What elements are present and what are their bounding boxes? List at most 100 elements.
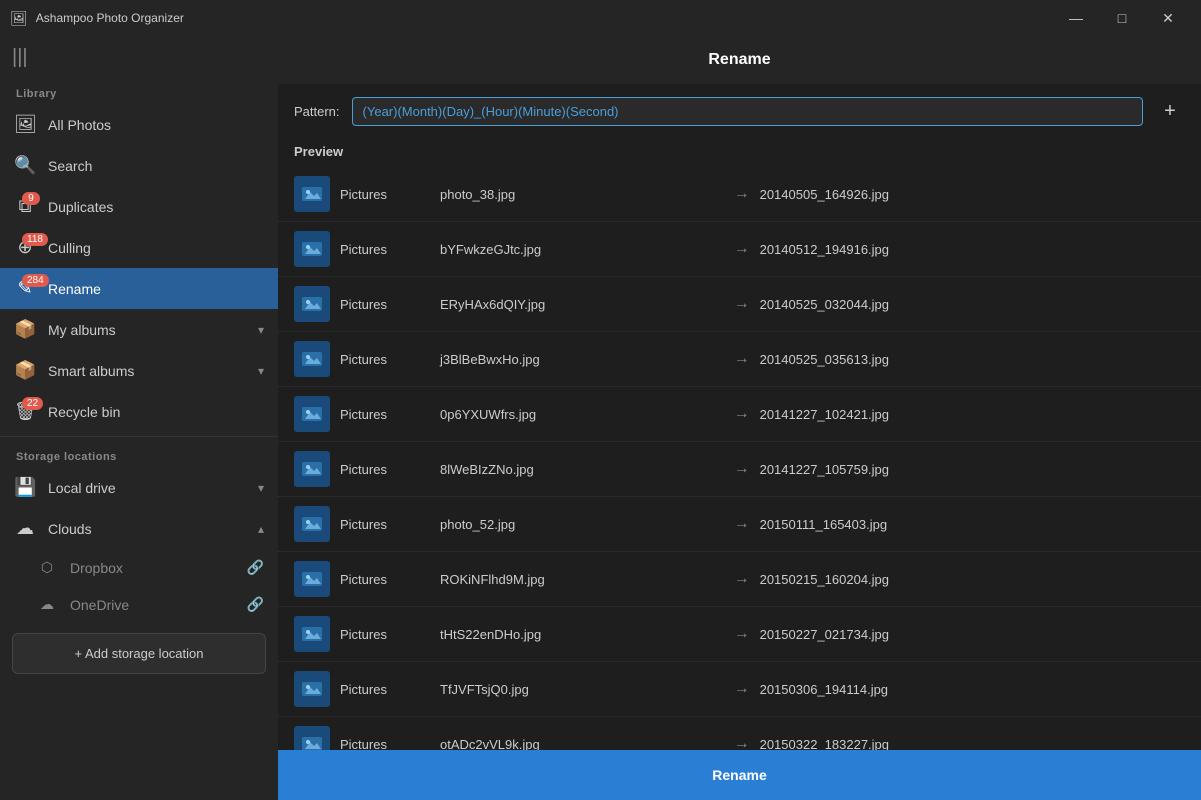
sidebar-item-culling[interactable]: 118 ⊕ Culling: [0, 227, 278, 268]
dropbox-icon: ⬡: [36, 559, 58, 576]
onedrive-icon: ☁: [36, 596, 58, 613]
rename-badge: 284: [22, 274, 49, 287]
file-renamed-name: 20140525_035613.jpg: [760, 352, 1185, 367]
cloud-icon: ☁: [14, 518, 36, 539]
sidebar-item-dropbox[interactable]: ⬡ Dropbox 🔗: [0, 549, 278, 586]
sidebar-item-search[interactable]: 🔍 Search: [0, 145, 278, 186]
table-row: Pictures j3BlBeBwxHo.jpg → 20140525_0356…: [278, 332, 1201, 387]
table-row: Pictures tHtS22enDHo.jpg → 20150227_0217…: [278, 607, 1201, 662]
table-row: Pictures 8lWeBIzZNo.jpg → 20141227_10575…: [278, 442, 1201, 497]
sidebar-toggle-icon[interactable]: |||: [12, 46, 28, 69]
file-thumbnail: [294, 176, 330, 212]
file-thumbnail: [294, 286, 330, 322]
hard-drive-icon: 💾: [14, 477, 36, 498]
chevron-down-icon: ▾: [258, 364, 264, 378]
pattern-input[interactable]: [352, 97, 1143, 126]
main-content: Rename Pattern: + Preview Pictures photo…: [278, 36, 1201, 800]
file-renamed-name: 20140525_032044.jpg: [760, 297, 1185, 312]
table-row: Pictures photo_38.jpg → 20140505_164926.…: [278, 167, 1201, 222]
file-folder: Pictures: [340, 297, 430, 312]
my-albums-icon: 📦: [14, 319, 36, 340]
file-thumbnail: [294, 671, 330, 707]
table-row: Pictures otADc2vVL9k.jpg → 20150322_1832…: [278, 717, 1201, 750]
search-icon: 🔍: [14, 155, 36, 176]
file-renamed-name: 20150215_160204.jpg: [760, 572, 1185, 587]
table-row: Pictures ROKiNFlhd9M.jpg → 20150215_1602…: [278, 552, 1201, 607]
chevron-up-icon: ▴: [258, 522, 264, 536]
sidebar-item-recycle-bin[interactable]: 22 🗑 Recycle bin: [0, 391, 278, 432]
file-list: Pictures photo_38.jpg → 20140505_164926.…: [278, 167, 1201, 750]
table-row: Pictures TfJVFTsjQ0.jpg → 20150306_19411…: [278, 662, 1201, 717]
sidebar-item-clouds[interactable]: ☁ Clouds ▴: [0, 508, 278, 549]
file-original-name: 0p6YXUWfrs.jpg: [440, 407, 724, 422]
table-row: Pictures ERyHAx6dQIY.jpg → 20140525_0320…: [278, 277, 1201, 332]
sidebar-item-label: Culling: [48, 240, 264, 256]
link-icon: 🔗: [247, 559, 264, 576]
minimize-button[interactable]: —: [1053, 0, 1099, 36]
sidebar-item-duplicates[interactable]: 9 ⧉ Duplicates: [0, 186, 278, 227]
arrow-icon: →: [734, 460, 750, 478]
chevron-down-icon: ▾: [258, 323, 264, 337]
close-button[interactable]: ✕: [1145, 0, 1191, 36]
title-bar: 🖼 Ashampoo Photo Organizer — □ ✕: [0, 0, 1201, 36]
app-body: ||| Library 🖼 All Photos 🔍 Search 9 ⧉ Du…: [0, 36, 1201, 800]
window-controls: — □ ✕: [1053, 0, 1191, 36]
sidebar-item-my-albums[interactable]: 📦 My albums ▾: [0, 309, 278, 350]
file-folder: Pictures: [340, 737, 430, 751]
main-header: Rename: [278, 36, 1201, 84]
add-pattern-button[interactable]: +: [1155, 96, 1185, 126]
table-row: Pictures 0p6YXUWfrs.jpg → 20141227_10242…: [278, 387, 1201, 442]
file-folder: Pictures: [340, 517, 430, 532]
file-thumbnail: [294, 451, 330, 487]
chevron-down-icon: ▾: [258, 481, 264, 495]
file-thumbnail: [294, 341, 330, 377]
file-renamed-name: 20141227_102421.jpg: [760, 407, 1185, 422]
arrow-icon: →: [734, 405, 750, 423]
sidebar-item-all-photos[interactable]: 🖼 All Photos: [0, 104, 278, 145]
file-renamed-name: 20140512_194916.jpg: [760, 242, 1185, 257]
add-storage-button[interactable]: + Add storage location: [12, 633, 266, 674]
pattern-label: Pattern:: [294, 104, 340, 119]
sidebar-item-local-drive[interactable]: 💾 Local drive ▾: [0, 467, 278, 508]
link-icon: 🔗: [247, 596, 264, 613]
sidebar-item-label: Smart albums: [48, 363, 246, 379]
file-thumbnail: [294, 561, 330, 597]
sidebar-item-label: OneDrive: [70, 597, 235, 613]
sidebar-item-smart-albums[interactable]: 📦 Smart albums ▾: [0, 350, 278, 391]
sidebar-item-label: Search: [48, 158, 264, 174]
arrow-icon: →: [734, 570, 750, 588]
app-icon: 🖼: [10, 10, 28, 27]
file-thumbnail: [294, 231, 330, 267]
file-renamed-name: 20150322_183227.jpg: [760, 737, 1185, 751]
arrow-icon: →: [734, 295, 750, 313]
file-original-name: bYFwkzeGJtc.jpg: [440, 242, 724, 257]
recycle-bin-badge: 22: [22, 397, 43, 410]
maximize-button[interactable]: □: [1099, 0, 1145, 36]
file-folder: Pictures: [340, 352, 430, 367]
file-renamed-name: 20150306_194114.jpg: [760, 682, 1185, 697]
sidebar-item-label: Recycle bin: [48, 404, 264, 420]
sidebar-item-rename[interactable]: 284 ✎ Rename: [0, 268, 278, 309]
file-renamed-name: 20150111_165403.jpg: [760, 517, 1185, 532]
rename-btn-label: Rename: [712, 767, 766, 783]
sidebar-item-label: Clouds: [48, 521, 246, 537]
arrow-icon: →: [734, 185, 750, 203]
app-title: Ashampoo Photo Organizer: [36, 11, 1045, 25]
file-folder: Pictures: [340, 682, 430, 697]
file-original-name: tHtS22enDHo.jpg: [440, 627, 724, 642]
arrow-icon: →: [734, 240, 750, 258]
rename-button[interactable]: Rename: [278, 750, 1201, 800]
arrow-icon: →: [734, 625, 750, 643]
arrow-icon: →: [734, 735, 750, 750]
pattern-bar: Pattern: +: [278, 84, 1201, 138]
sidebar-item-onedrive[interactable]: ☁ OneDrive 🔗: [0, 586, 278, 623]
sidebar-item-label: Rename: [48, 281, 264, 297]
table-row: Pictures bYFwkzeGJtc.jpg → 20140512_1949…: [278, 222, 1201, 277]
file-folder: Pictures: [340, 572, 430, 587]
sidebar-toolbar: |||: [0, 36, 278, 78]
file-folder: Pictures: [340, 462, 430, 477]
arrow-icon: →: [734, 515, 750, 533]
file-original-name: ROKiNFlhd9M.jpg: [440, 572, 724, 587]
file-original-name: j3BlBeBwxHo.jpg: [440, 352, 724, 367]
file-folder: Pictures: [340, 627, 430, 642]
